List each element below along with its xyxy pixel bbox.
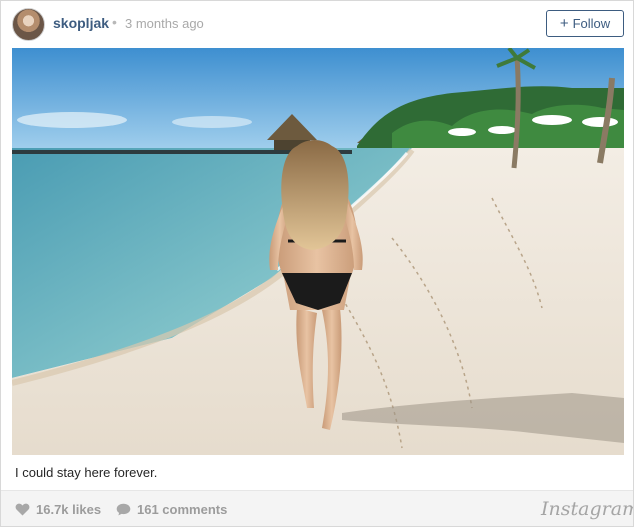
post-header: skopljak • 3 months ago + Follow	[1, 1, 633, 47]
post-photo[interactable]	[12, 48, 624, 455]
post-caption: I could stay here forever.	[15, 465, 158, 480]
comments-label: 161 comments	[137, 502, 228, 517]
follow-button[interactable]: + Follow	[546, 10, 624, 37]
heart-icon	[15, 503, 30, 516]
avatar[interactable]	[12, 8, 45, 41]
plus-icon: +	[559, 15, 569, 32]
follow-label: Follow	[572, 16, 611, 31]
comments-count[interactable]: 161 comments	[116, 502, 227, 517]
instagram-logo[interactable]: Instagram	[541, 498, 633, 520]
username-link[interactable]: skopljak	[53, 15, 109, 31]
beach-photo-image	[12, 48, 624, 455]
likes-label: 16.7k likes	[36, 502, 102, 517]
separator-dot: •	[112, 14, 117, 30]
post-footer: 16.7k likes 161 comments Instagram	[1, 490, 633, 526]
post-timestamp[interactable]: 3 months ago	[125, 16, 204, 31]
instagram-embed: skopljak • 3 months ago + Follow I could…	[0, 0, 634, 527]
comment-icon	[116, 503, 131, 516]
likes-count[interactable]: 16.7k likes	[15, 502, 101, 517]
